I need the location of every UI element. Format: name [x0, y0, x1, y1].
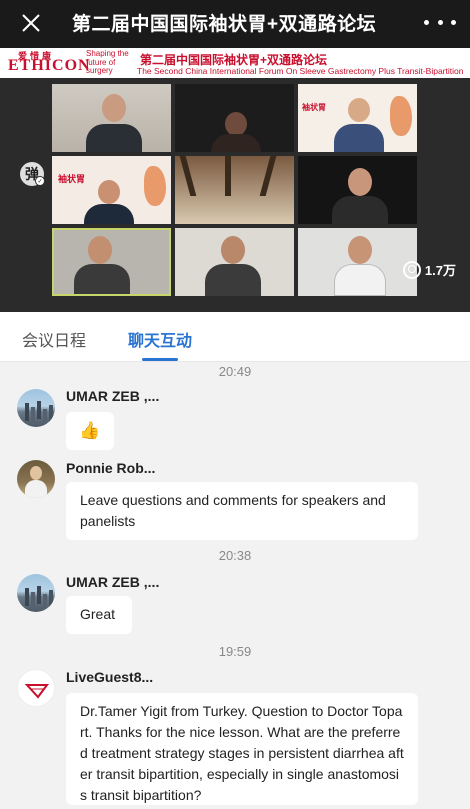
ethicon-logo: ETHICON — [8, 57, 91, 74]
message-bubble: Great — [66, 596, 132, 634]
video-player[interactable]: 爱惜康 ETHICON Shaping the future of surger… — [0, 48, 470, 312]
participant-head — [98, 180, 120, 204]
close-button[interactable] — [14, 8, 48, 38]
tab-bar: 会议日程 聊天互动 — [0, 312, 470, 362]
participant-head — [88, 236, 112, 264]
message-text: Leave questions and comments for speaker… — [80, 492, 386, 529]
close-icon — [22, 14, 40, 32]
page-title: 第二届中国国际袖状胃+双通路论坛 — [72, 14, 377, 35]
participant-tile — [175, 84, 294, 152]
avatar[interactable] — [17, 574, 55, 612]
chat-list[interactable]: 20:49 UMAR ZEB ,... 👍 Ponnie Rob... Leav… — [0, 362, 470, 809]
participant-grid: 袖状胃 袖状胃 — [52, 84, 418, 296]
message-timestamp: 19:59 — [218, 644, 252, 659]
message-bubble: Leave questions and comments for speaker… — [66, 482, 418, 540]
room-beam — [179, 156, 197, 196]
message-timestamp: 20:49 — [218, 364, 252, 379]
participant-body — [334, 264, 386, 296]
participant-body — [84, 204, 134, 224]
avatar[interactable] — [17, 669, 55, 707]
thumbs-up-emoji: 👍 — [79, 421, 101, 440]
sender-name: LiveGuest8... — [66, 669, 154, 685]
avatar[interactable] — [17, 389, 55, 427]
participant-body — [334, 124, 384, 152]
participant-tile — [298, 156, 417, 224]
forum-title-english: The Second China International Forum On … — [137, 66, 464, 76]
avatar[interactable] — [17, 460, 55, 498]
forum-banner: 爱惜康 ETHICON Shaping the future of surger… — [0, 48, 470, 78]
participant-head — [348, 236, 372, 264]
tab-agenda[interactable]: 会议日程 — [22, 327, 86, 351]
stomach-graphic — [144, 166, 166, 206]
more-dot-icon — [451, 19, 456, 25]
participant-body — [332, 196, 388, 224]
message-text: Dr.Tamer Yigit from Turkey. Question to … — [80, 703, 404, 803]
top-bar: 第二届中国国际袖状胃+双通路论坛 — [0, 0, 470, 48]
viewer-count-value: 1.7万 — [424, 263, 456, 278]
message-timestamp: 20:38 — [218, 548, 252, 563]
participant-head — [348, 168, 372, 196]
participant-tile — [175, 156, 294, 224]
more-dot-icon — [437, 19, 443, 25]
participant-tile — [52, 228, 171, 296]
sender-name: UMAR ZEB ,... — [66, 388, 160, 404]
more-dot-icon — [424, 19, 429, 25]
slide-graphic: 袖状胃 — [302, 103, 326, 112]
message-bubble: 👍 — [66, 412, 114, 450]
participant-body — [211, 134, 261, 152]
participant-body — [86, 124, 142, 152]
check-icon: ✓ — [35, 176, 45, 186]
guest-logo-icon — [24, 684, 49, 699]
viewers-icon — [402, 260, 421, 279]
more-options-button[interactable] — [424, 10, 456, 34]
sender-name: UMAR ZEB ,... — [66, 574, 160, 590]
viewer-count: 1.7万 — [402, 260, 456, 279]
participant-head — [102, 94, 126, 122]
message-bubble: Dr.Tamer Yigit from Turkey. Question to … — [66, 693, 418, 805]
participant-tile — [298, 228, 417, 296]
brand-tagline: Shaping the future of surgery — [86, 49, 129, 75]
slide-graphic: 袖状胃 — [58, 174, 86, 184]
participant-tile: 袖状胃 — [298, 84, 417, 152]
participant-tile — [52, 84, 171, 152]
participant-head — [225, 112, 247, 136]
tab-chat[interactable]: 聊天互动 — [128, 327, 192, 351]
room-beam — [225, 156, 231, 196]
participant-tile — [175, 228, 294, 296]
participant-body — [205, 264, 261, 296]
message-text: Great — [80, 606, 116, 622]
participant-head — [348, 98, 370, 122]
participant-body — [74, 264, 130, 294]
active-tab-indicator — [142, 358, 178, 361]
room-beam — [259, 156, 277, 196]
stomach-graphic — [390, 96, 412, 136]
participant-head — [221, 236, 245, 264]
participant-tile: 袖状胃 — [52, 156, 171, 224]
sender-name: Ponnie Rob... — [66, 460, 156, 476]
